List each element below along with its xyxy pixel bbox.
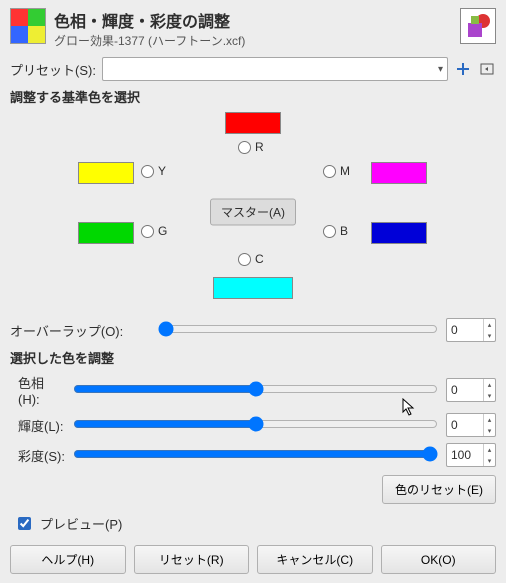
spin-down-icon[interactable]: ▾ — [484, 390, 495, 401]
preview-checkbox[interactable] — [18, 517, 31, 530]
hue-label: 色相(H): — [10, 373, 65, 407]
radio-b[interactable]: B — [323, 224, 348, 238]
add-preset-icon[interactable] — [454, 60, 472, 78]
overlap-label: オーバーラップ(O): — [10, 321, 150, 340]
hue-value: 0 — [447, 379, 483, 401]
swatch-m — [371, 162, 427, 184]
overlap-slider[interactable] — [158, 321, 438, 337]
chevron-down-icon: ▾ — [438, 64, 443, 75]
hue-spin[interactable]: 0 ▴▾ — [446, 378, 496, 402]
swatch-c — [213, 277, 293, 299]
dialog-title: 色相・輝度・彩度の調整 — [54, 8, 452, 32]
cancel-button[interactable]: キャンセル(C) — [257, 545, 373, 574]
light-label: 輝度(L): — [10, 416, 65, 435]
light-value: 0 — [447, 414, 483, 436]
master-button[interactable]: マスター(A) — [210, 199, 296, 226]
dialog-subtitle: グロー効果-1377 (ハーフトーン.xcf) — [54, 32, 452, 49]
ok-button[interactable]: OK(O) — [381, 545, 497, 574]
spin-up-icon[interactable]: ▴ — [484, 319, 495, 330]
spin-up-icon[interactable]: ▴ — [484, 379, 495, 390]
spin-down-icon[interactable]: ▾ — [484, 425, 495, 436]
radio-m[interactable]: M — [323, 164, 350, 178]
sat-spin[interactable]: 100 ▴▾ — [446, 443, 496, 467]
light-slider[interactable] — [73, 416, 438, 432]
help-button[interactable]: ヘルプ(H) — [10, 545, 126, 574]
overlap-value: 0 — [447, 319, 483, 341]
sat-value: 100 — [447, 444, 483, 466]
radio-c[interactable]: C — [238, 252, 264, 266]
select-section-label: 調整する基準色を選択 — [10, 87, 496, 106]
swatch-r — [225, 112, 281, 134]
reset-color-button[interactable]: 色のリセット(E) — [382, 475, 496, 504]
preview-label: プレビュー(P) — [40, 514, 122, 533]
tool-icon — [10, 8, 46, 44]
radio-y[interactable]: Y — [141, 164, 166, 178]
manage-preset-icon[interactable] — [478, 60, 496, 78]
spin-up-icon[interactable]: ▴ — [484, 444, 495, 455]
color-wheel: R Y M マスター(A) G B C — [73, 112, 433, 312]
spin-down-icon[interactable]: ▾ — [484, 330, 495, 341]
radio-g[interactable]: G — [141, 224, 167, 238]
preset-label: プリセット(S): — [10, 60, 96, 79]
radio-r[interactable]: R — [238, 140, 264, 154]
overlap-spin[interactable]: 0 ▴▾ — [446, 318, 496, 342]
light-spin[interactable]: 0 ▴▾ — [446, 413, 496, 437]
preview-thumbnail — [460, 8, 496, 44]
adjust-section-label: 選択した色を調整 — [10, 348, 496, 367]
spin-down-icon[interactable]: ▾ — [484, 455, 495, 466]
preset-combo[interactable]: ▾ — [102, 57, 448, 81]
hue-slider[interactable] — [73, 381, 438, 397]
sat-label: 彩度(S): — [10, 446, 65, 465]
reset-button[interactable]: リセット(R) — [134, 545, 250, 574]
sat-slider[interactable] — [73, 446, 438, 462]
swatch-y — [78, 162, 134, 184]
swatch-g — [78, 222, 134, 244]
spin-up-icon[interactable]: ▴ — [484, 414, 495, 425]
swatch-b — [371, 222, 427, 244]
